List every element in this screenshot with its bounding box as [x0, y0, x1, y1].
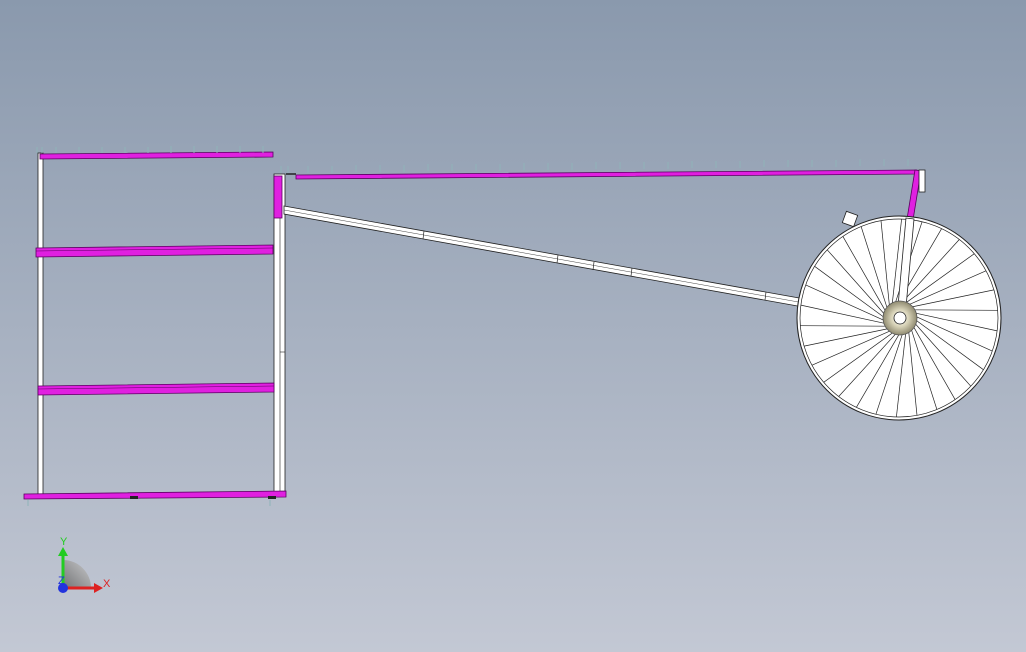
left-frame-right-post-magenta[interactable]	[273, 175, 283, 219]
base-foot	[268, 496, 276, 499]
wheel-hub-cap	[893, 311, 907, 325]
base-foot	[130, 496, 138, 499]
triad-z-label: Z	[58, 575, 65, 587]
wheel-spoke	[910, 309, 998, 311]
cad-graphics-viewport[interactable]: Y X Z	[0, 0, 1026, 652]
wheel-drop-bracket	[918, 169, 926, 193]
left-frame-post[interactable]	[37, 152, 44, 497]
left-frame-right-post[interactable]	[273, 173, 286, 495]
wheel-spoke	[800, 325, 888, 327]
triad-x-label: X	[103, 578, 111, 590]
triad-y-label: Y	[60, 536, 68, 548]
